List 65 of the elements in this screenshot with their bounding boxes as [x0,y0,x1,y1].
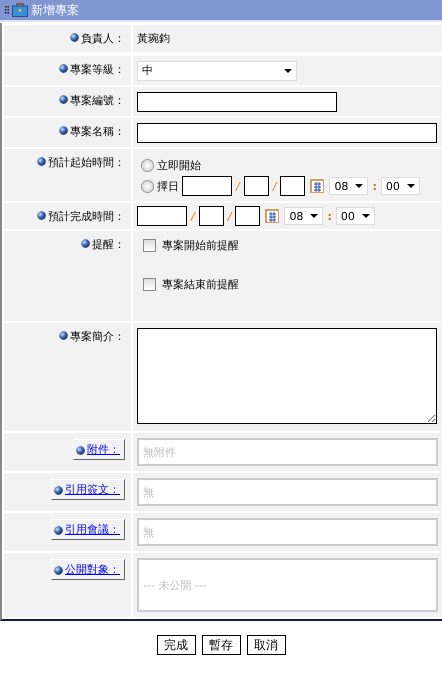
field-label: 專案簡介： [70,329,125,344]
calendar-icon[interactable] [264,208,280,224]
form-button[interactable]: 完成 [156,635,196,655]
date-separator: / [236,180,240,192]
hour-select[interactable]: 08 [329,177,368,195]
picker-field[interactable]: 無 [137,518,438,546]
code-field[interactable] [137,92,337,112]
year-field[interactable] [182,176,232,196]
time-separator: : [327,210,332,222]
field-label: 專案編號： [70,93,125,108]
checkbox[interactable] [143,239,156,252]
bullet-icon [54,526,63,535]
bullet-icon [81,239,90,248]
bullet-icon [59,95,68,104]
bullet-icon [54,566,63,575]
field-label: 預計起始時間： [48,155,125,170]
bullet-icon [37,157,46,166]
field-label: 專案等級： [70,62,125,77]
minute-select[interactable]: 00 [380,177,420,195]
picker-field[interactable]: --- 未公開 --- [137,558,438,612]
hour-select[interactable]: 08 [284,207,324,225]
description-field[interactable] [137,328,437,424]
field-link[interactable]: 引用會議： [51,519,125,540]
bullet-icon [59,126,68,135]
month-field[interactable] [244,176,269,196]
bullet-icon [54,486,63,495]
window-title: 新增專案 [31,2,79,18]
level-select[interactable]: 中 [137,60,297,80]
grip-icon [5,6,9,14]
bullet-icon [70,33,79,42]
day-field[interactable] [235,206,260,226]
picker-field[interactable]: 無附件 [137,438,438,466]
checkbox-label: 專案結束前提醒 [162,277,239,292]
date-separator: / [191,210,195,222]
field-link[interactable]: 附件： [73,439,125,460]
calendar-icon[interactable] [309,178,326,194]
radio-label: 立即開始 [157,158,201,172]
radio-button[interactable] [141,180,154,192]
field-label: 負責人： [81,31,125,46]
owner-name: 黃琬鈞 [137,31,170,47]
form-button[interactable]: 取消 [246,635,286,655]
radio-button[interactable] [141,158,154,172]
month-field[interactable] [198,206,224,226]
checkbox-label: 專案開始前提醒 [162,238,239,253]
bullet-icon [59,64,68,73]
checkbox[interactable] [143,278,156,291]
field-label: 預計完成時間： [48,209,125,224]
bullet-icon [37,211,46,220]
form-button[interactable]: 暫存 [202,635,240,655]
radio-label: 擇日 [157,178,179,194]
bullet-icon [59,331,68,340]
date-separator: / [272,180,276,192]
year-field[interactable] [137,206,187,226]
briefcase-icon [12,3,28,17]
time-separator: : [372,180,377,192]
day-field[interactable] [280,176,306,196]
field-link[interactable]: 引用簽文： [51,479,125,500]
field-label: 提醒： [92,237,125,252]
field-label: 專案名稱： [70,124,125,139]
bullet-icon [76,446,85,455]
date-separator: / [228,210,232,222]
name-field[interactable] [137,122,437,142]
picker-field[interactable]: 無 [137,478,438,506]
field-link[interactable]: 公開對象： [51,559,125,580]
minute-select[interactable]: 00 [336,207,375,225]
